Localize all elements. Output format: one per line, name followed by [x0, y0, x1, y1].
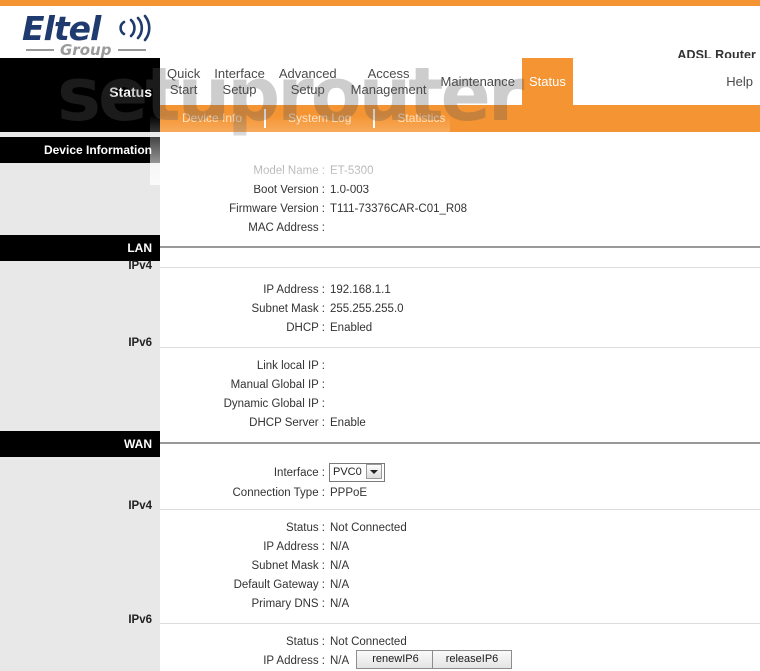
field-dynamic-global-ip: Dynamic Global IP : — [160, 398, 760, 410]
label-default-gateway: Default Gateway : — [233, 579, 325, 591]
value-firmware-version: T111-73376CAR-C01_R08 — [330, 203, 468, 215]
label-firmware-version: Firmware Version : — [229, 203, 325, 215]
main-nav-items: Quick Start Interface Setup Advanced Set… — [160, 58, 760, 105]
divider-lan-ipv4 — [160, 267, 760, 268]
label-dhcp-server: DHCP Server : — [249, 417, 325, 429]
divider-wan — [160, 442, 760, 444]
label-mac-address: MAC Address : — [248, 222, 325, 234]
sidebar-section-lan: LAN — [0, 235, 160, 261]
field-lan-ip-address: IP Address : 192.168.1.1 — [160, 284, 760, 296]
sidebar-subsection-lan-ipv4: IPv4 — [128, 260, 152, 272]
field-wan-status-ipv4: Status : Not Connected — [160, 522, 760, 534]
header-band: Eltel Group ADSL Router — [0, 6, 760, 64]
value-wan-ip-address-ipv4: N/A — [330, 541, 350, 553]
field-lan-subnet-mask: Subnet Mask : 255.255.255.0 — [160, 303, 760, 315]
field-boot-version: Boot Version : 1.0-003 — [160, 184, 760, 196]
wan-interface-select[interactable]: PVC0 — [329, 463, 385, 482]
label-manual-global-ip: Manual Global IP : — [230, 379, 325, 391]
sidebar-subsection-wan-ipv4: IPv4 — [128, 500, 152, 512]
value-model-name: ET-5300 — [330, 165, 374, 177]
sub-nav-bar: Device Info System Log Statistics — [160, 105, 760, 132]
label-model-name: Model Name : — [253, 165, 325, 177]
label-boot-version: Boot Version : — [253, 184, 325, 196]
value-wan-status-ipv4: Not Connected — [330, 522, 407, 534]
current-page-label: Status — [109, 84, 152, 100]
nav-item-interface-setup[interactable]: Interface Setup — [207, 58, 272, 105]
label-wan-status-ipv6: Status : — [286, 636, 325, 648]
value-default-gateway: N/A — [330, 579, 350, 591]
value-dhcp-server: Enable — [330, 417, 366, 429]
chevron-down-icon[interactable] — [365, 463, 382, 479]
label-lan-ip-address: IP Address : — [263, 284, 325, 296]
subnav-item-system-log[interactable]: System Log — [266, 105, 373, 132]
label-link-local-ip: Link local IP : — [256, 360, 325, 372]
nav-item-advanced-setup[interactable]: Advanced Setup — [272, 58, 344, 105]
label-primary-dns: Primary DNS : — [251, 598, 325, 610]
current-page-title: Status — [0, 58, 160, 132]
nav-item-quick-start[interactable]: Quick Start — [160, 58, 207, 105]
sidebar-subsection-lan-ipv6: IPv6 — [128, 337, 152, 349]
value-boot-version: 1.0-003 — [330, 184, 370, 196]
release-ipv6-button[interactable]: releaseIP6 — [432, 650, 512, 669]
field-default-gateway: Default Gateway : N/A — [160, 579, 760, 591]
field-primary-dns: Primary DNS : N/A — [160, 598, 760, 610]
label-lan-dhcp: DHCP : — [286, 322, 325, 334]
renew-ipv6-button[interactable]: renewIP6 — [356, 650, 435, 669]
sidebar-subsection-wan-ipv6: IPv6 — [128, 614, 152, 626]
divider-wan-ipv6 — [160, 623, 760, 624]
divider-lan-ipv6 — [160, 347, 760, 348]
value-wan-subnet-mask: N/A — [330, 560, 350, 572]
field-wan-interface: Interface : PVC0 — [160, 463, 760, 482]
wan-interface-selected-value: PVC0 — [333, 466, 362, 478]
field-wan-ip-address-ipv4: IP Address : N/A — [160, 541, 760, 553]
field-dhcp-server: DHCP Server : Enable — [160, 417, 760, 429]
value-wan-ip-address-ipv6: N/A — [330, 655, 350, 667]
field-firmware-version: Firmware Version : T111-73376CAR-C01_R08 — [160, 203, 760, 215]
field-link-local-ip: Link local IP : — [160, 360, 760, 372]
value-connection-type: PPPoE — [330, 487, 368, 499]
label-wan-subnet-mask: Subnet Mask : — [251, 560, 325, 572]
value-lan-subnet-mask: 255.255.255.0 — [330, 303, 404, 315]
sidebar-section-wan: WAN — [0, 431, 160, 457]
value-primary-dns: N/A — [330, 598, 350, 610]
field-connection-type: Connection Type : PPPoE — [160, 487, 760, 499]
subnav-item-device-info[interactable]: Device Info — [160, 105, 264, 132]
divider-lan — [160, 246, 760, 248]
nav-item-maintenance[interactable]: Maintenance — [434, 58, 522, 105]
label-wan-status-ipv4: Status : — [286, 522, 325, 534]
field-wan-subnet-mask: Subnet Mask : N/A — [160, 560, 760, 572]
eltel-logo: Eltel Group — [14, 8, 214, 60]
field-lan-dhcp: DHCP : Enabled — [160, 322, 760, 334]
divider-wan-ipv4 — [160, 509, 760, 510]
subnav-item-statistics[interactable]: Statistics — [375, 105, 467, 132]
value-wan-status-ipv6: Not Connected — [330, 636, 407, 648]
value-lan-ip-address: 192.168.1.1 — [330, 284, 391, 296]
field-manual-global-ip: Manual Global IP : — [160, 379, 760, 391]
label-connection-type: Connection Type : — [232, 487, 326, 499]
field-wan-status-ipv6: Status : Not Connected — [160, 636, 760, 648]
nav-item-access-management[interactable]: Access Management — [344, 58, 434, 105]
nav-item-status[interactable]: Status — [522, 58, 573, 105]
label-dynamic-global-ip: Dynamic Global IP : — [223, 398, 325, 410]
label-wan-ip-address-ipv4: IP Address : — [263, 541, 325, 553]
content-area: Model Name : ET-5300 Boot Version : 1.0-00… — [160, 132, 760, 671]
value-lan-dhcp: Enabled — [330, 322, 373, 334]
svg-text:Group: Group — [60, 41, 112, 58]
label-lan-subnet-mask: Subnet Mask : — [251, 303, 325, 315]
sidebar: Device Information LAN IPv4 IPv6 WAN IPv… — [0, 132, 160, 671]
label-wan-interface: Interface : — [273, 466, 325, 479]
sidebar-section-device-information: Device Information — [0, 137, 160, 163]
field-mac-address: MAC Address : — [160, 222, 760, 234]
field-model-name: Model Name : ET-5300 — [160, 165, 760, 177]
nav-item-help[interactable]: Help — [719, 58, 760, 105]
label-wan-ip-address-ipv6: IP Address : — [263, 655, 325, 667]
